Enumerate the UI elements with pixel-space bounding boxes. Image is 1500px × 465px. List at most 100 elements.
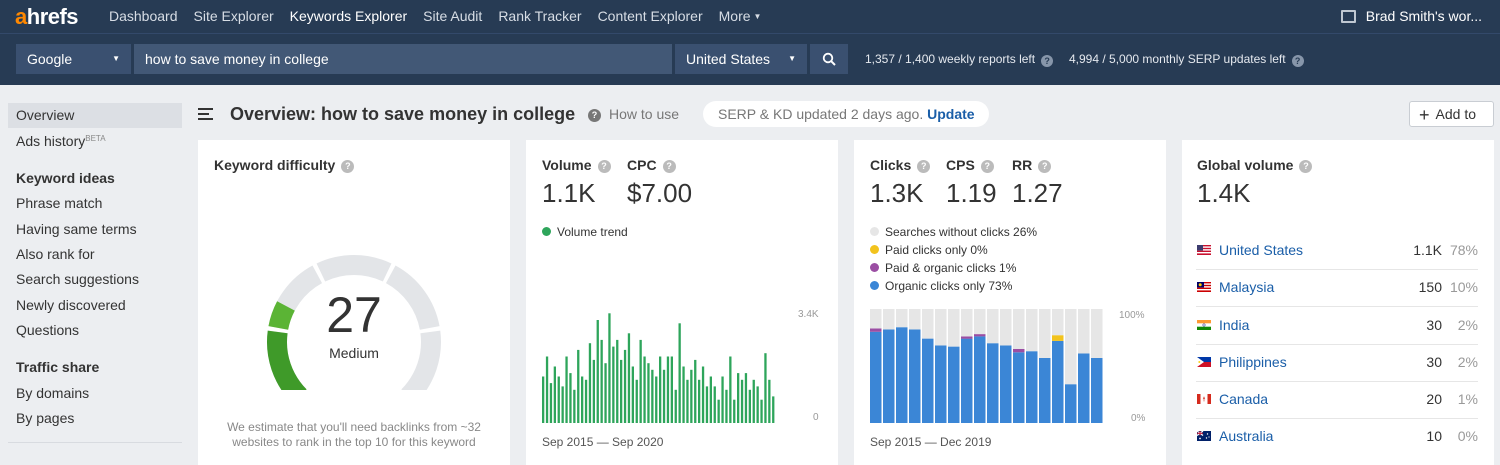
- country-row: United States 1.1K 78%: [1196, 233, 1478, 270]
- volume-bar: [740, 379, 744, 423]
- search-icon: [822, 52, 836, 66]
- help-icon[interactable]: ?: [1299, 160, 1313, 173]
- clicks-bar-segment: [922, 338, 934, 423]
- volume-bar: [643, 356, 646, 423]
- nav-dashboard[interactable]: Dashboard: [109, 8, 178, 24]
- sidebar-item-questions[interactable]: Questions: [16, 322, 79, 338]
- global-volume-label: Global volume?: [1197, 157, 1313, 173]
- clicks-bar-segment: [1026, 309, 1038, 352]
- kd-level: Medium: [329, 345, 379, 361]
- country-link[interactable]: Malaysia: [1219, 279, 1274, 295]
- country-link[interactable]: United States: [1219, 242, 1303, 258]
- search-button[interactable]: [810, 44, 848, 74]
- keyword-input[interactable]: how to save money in college: [134, 44, 672, 74]
- country-link[interactable]: Philippines: [1219, 354, 1287, 370]
- clicks-bar-segment: [948, 346, 960, 423]
- account-menu[interactable]: Brad Smith's wor...: [1340, 8, 1482, 24]
- nav-site-explorer[interactable]: Site Explorer: [194, 8, 274, 24]
- volume-bar: [592, 359, 595, 423]
- nav-more[interactable]: More ▼: [719, 8, 762, 24]
- weekly-reports-quota: 1,357 / 1,400 weekly reports left?: [865, 52, 1054, 67]
- sidebar-item-overview[interactable]: Overview: [8, 103, 182, 128]
- monitor-icon[interactable]: [1340, 9, 1356, 23]
- country-volume: 20: [1426, 391, 1442, 407]
- plus-icon: +: [1419, 105, 1430, 125]
- clicks-breakdown-chart: [870, 309, 1103, 423]
- volume-bar: [744, 373, 748, 423]
- nav-keywords-explorer[interactable]: Keywords Explorer: [290, 8, 408, 24]
- account-name[interactable]: Brad Smith's wor...: [1366, 8, 1482, 24]
- help-icon[interactable]: ?: [341, 160, 355, 173]
- ahrefs-logo[interactable]: ahrefs: [15, 4, 79, 30]
- help-icon[interactable]: ?: [1041, 55, 1054, 67]
- sidebar-item-ads-history[interactable]: Ads historyBETA: [16, 133, 106, 149]
- add-to-button[interactable]: + Add to: [1409, 101, 1494, 127]
- clicks-bar-segment: [961, 309, 973, 337]
- clicks-axis-min: 0%: [1131, 413, 1146, 424]
- country-percent: 2%: [1457, 354, 1478, 370]
- nav-content-explorer[interactable]: Content Explorer: [598, 8, 703, 24]
- sidebar-item-search-suggestions[interactable]: Search suggestions: [16, 271, 139, 287]
- clicks-axis-max: 100%: [1119, 310, 1145, 321]
- volume-bar: [682, 366, 685, 423]
- beta-badge: BETA: [85, 134, 106, 143]
- clicks-bar-segment: [883, 309, 895, 330]
- country-row: Philippines 30 2%: [1196, 345, 1478, 382]
- clicks-bar-segment: [1039, 309, 1051, 358]
- add-to-label: Add to: [1435, 106, 1476, 122]
- how-to-use-link[interactable]: ? How to use: [588, 106, 679, 122]
- country-link[interactable]: Australia: [1219, 428, 1273, 444]
- volume-bar: [674, 389, 677, 423]
- country-volume: 30: [1426, 317, 1442, 333]
- volume-bar: [651, 369, 654, 423]
- country-volume: 1.1K: [1413, 242, 1442, 258]
- volume-bar: [549, 383, 553, 423]
- kd-label: Keyword difficulty?: [214, 157, 355, 173]
- sidebar-item-also-rank-for[interactable]: Also rank for: [16, 246, 95, 262]
- volume-bar: [596, 320, 599, 423]
- country-volume: 10: [1426, 428, 1442, 444]
- nav-rank-tracker[interactable]: Rank Tracker: [498, 8, 581, 24]
- country-row: Australia 10 0%: [1196, 419, 1478, 456]
- country-link[interactable]: India: [1219, 317, 1249, 333]
- menu-icon[interactable]: [198, 108, 213, 120]
- clicks-bar-segment: [870, 331, 882, 423]
- clicks-bar-segment: [974, 336, 986, 423]
- volume-bar: [557, 376, 560, 423]
- country-select[interactable]: United States ▼: [675, 44, 807, 74]
- serp-status-text: SERP & KD updated 2 days ago.: [718, 106, 924, 122]
- global-volume-label-text: Global volume: [1197, 157, 1294, 173]
- volume-bar: [698, 379, 701, 423]
- sidebar-item-by-pages[interactable]: By pages: [16, 410, 74, 426]
- nav-site-audit[interactable]: Site Audit: [423, 8, 482, 24]
- sidebar-item-newly-discovered[interactable]: Newly discovered: [16, 297, 126, 313]
- caret-down-icon: ▼: [112, 54, 120, 63]
- volume-bar: [542, 376, 545, 423]
- country-link[interactable]: Canada: [1219, 391, 1268, 407]
- volume-bar: [600, 339, 603, 423]
- volume-bar: [733, 399, 736, 423]
- sidebar-item-phrase-match[interactable]: Phrase match: [16, 195, 102, 211]
- volume-bar: [584, 379, 588, 423]
- country-percent: 0%: [1457, 428, 1478, 444]
- help-icon[interactable]: ?: [1291, 55, 1304, 67]
- volume-bar: [760, 399, 763, 423]
- global-volume-card: Global volume? 1.4K United States 1.1K 7…: [1182, 140, 1494, 465]
- volume-bar: [608, 313, 611, 423]
- caret-down-icon: ▼: [753, 12, 762, 21]
- volume-bar: [545, 356, 549, 423]
- sidebar-item-by-domains[interactable]: By domains: [16, 385, 89, 401]
- clicks-bar-segment: [1013, 352, 1025, 423]
- update-link[interactable]: Update: [927, 106, 974, 122]
- kd-label-text: Keyword difficulty: [214, 157, 336, 173]
- clicks-bar-segment: [1052, 335, 1064, 341]
- volume-bar: [620, 359, 623, 423]
- sidebar-item-having-same-terms[interactable]: Having same terms: [16, 221, 137, 237]
- volume-bar: [604, 363, 607, 423]
- volume-bar: [752, 379, 755, 423]
- volume-bar: [705, 386, 709, 423]
- malaysia-flag-icon: [1197, 282, 1211, 292]
- clicks-bar-segment: [974, 309, 986, 335]
- volume-bar: [756, 386, 759, 423]
- search-engine-select[interactable]: Google ▼: [16, 44, 131, 74]
